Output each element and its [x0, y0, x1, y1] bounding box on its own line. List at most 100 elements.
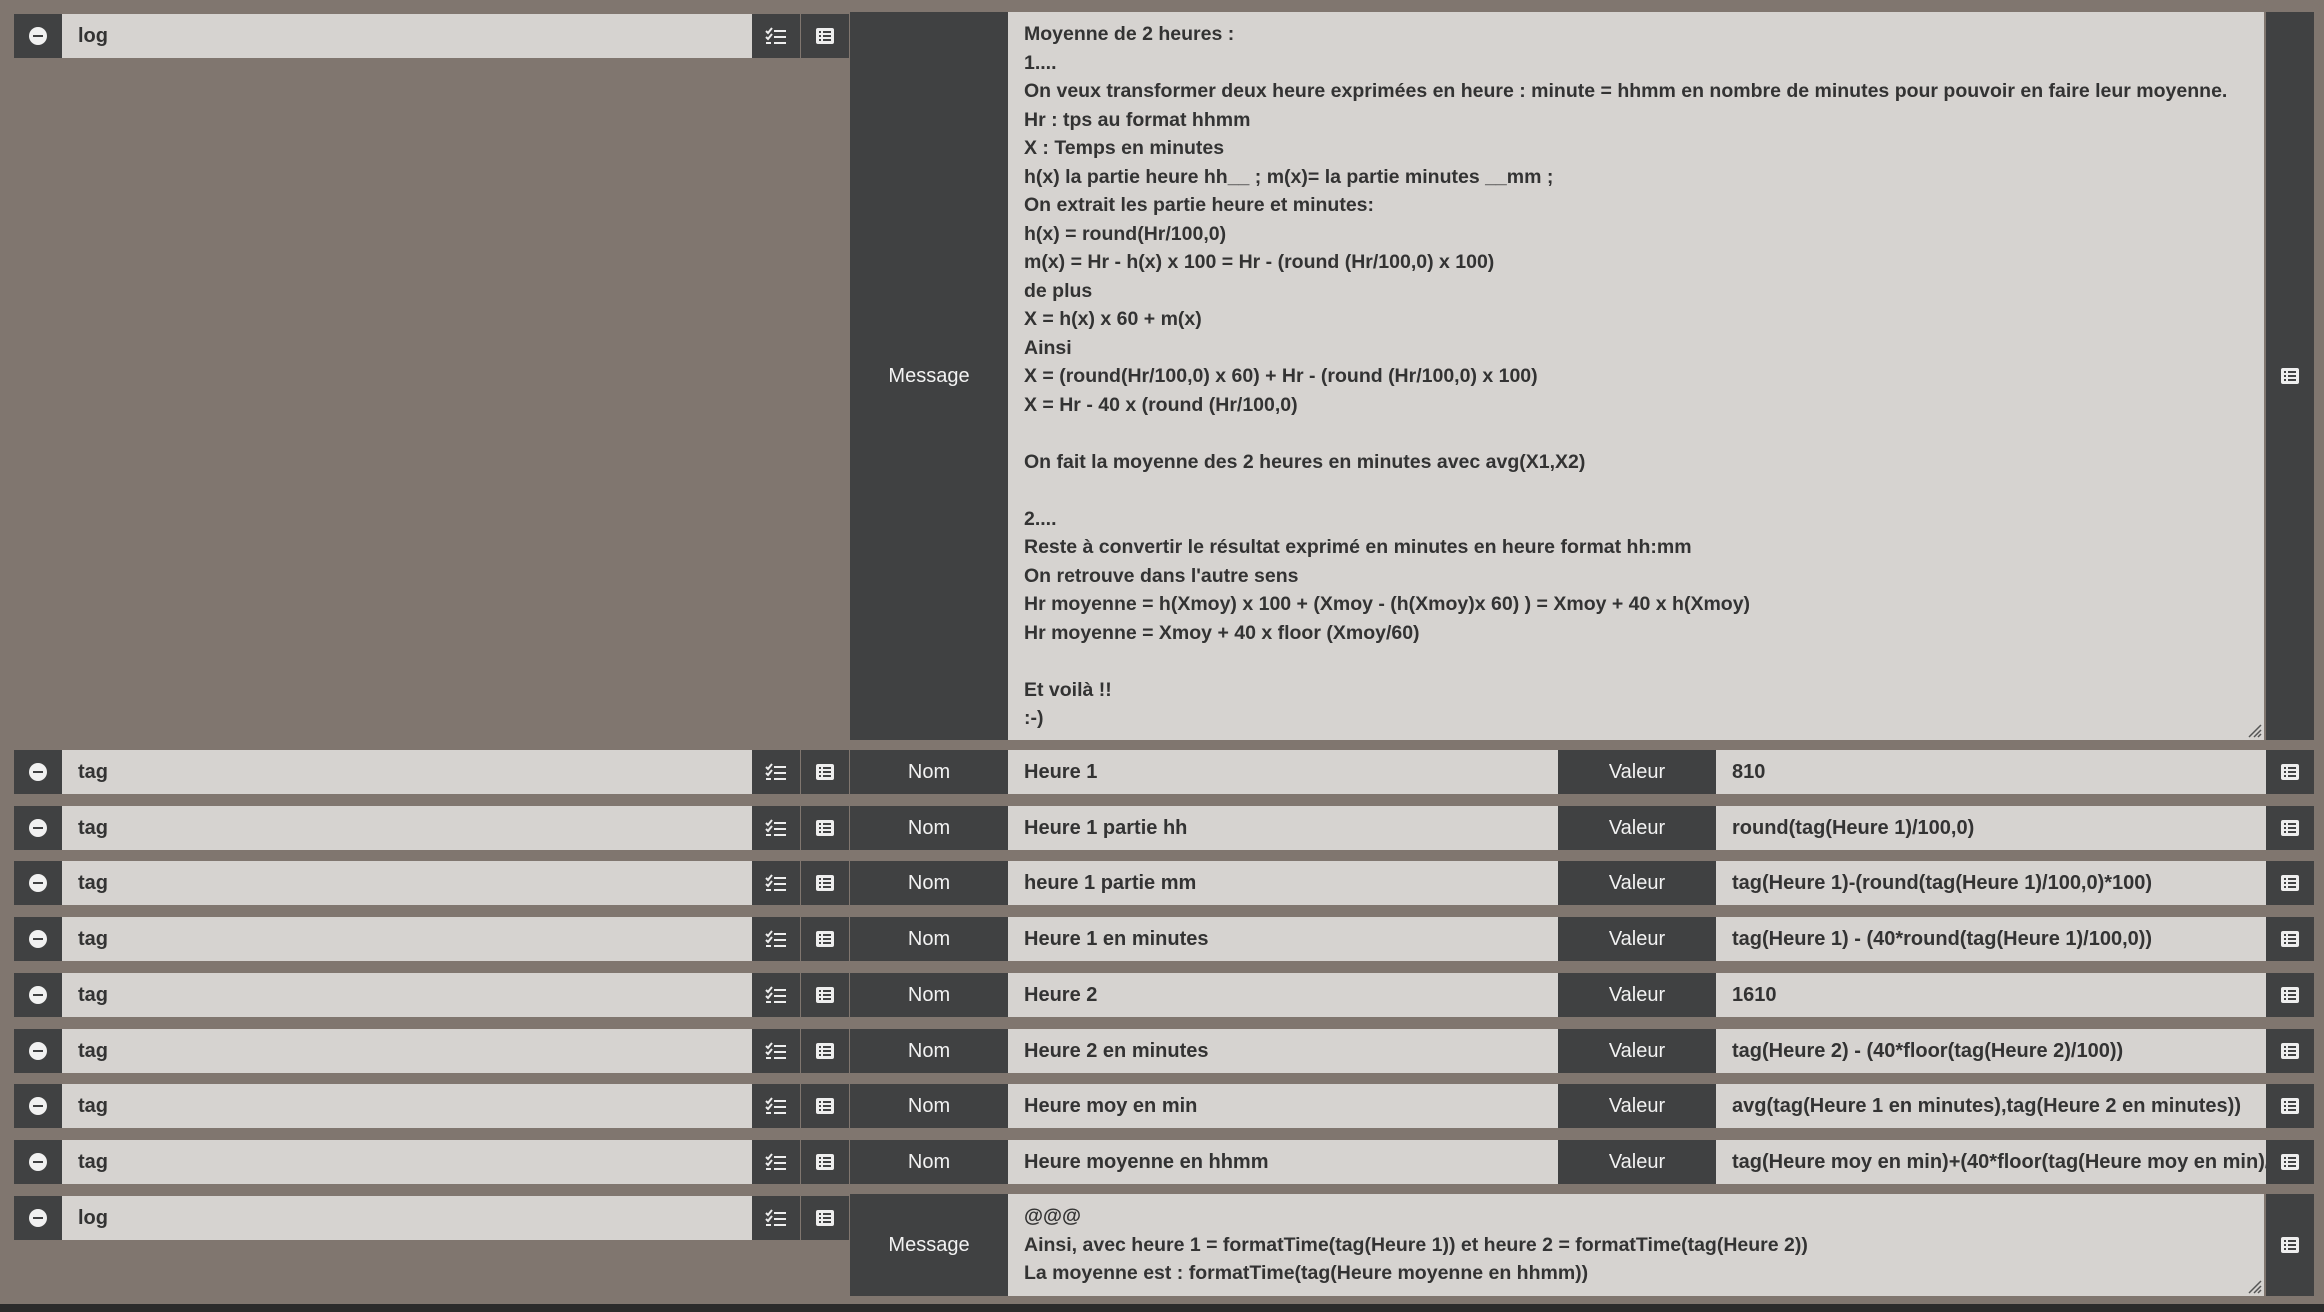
- valeur-field[interactable]: tag(Heure 2) - (40*floor(tag(Heure 2)/10…: [1716, 1029, 2266, 1073]
- remove-button[interactable]: [14, 973, 62, 1017]
- options-button[interactable]: [752, 1029, 800, 1073]
- nom-field[interactable]: heure 1 partie mm: [1008, 861, 1558, 905]
- message-line: On veux transformer deux heure exprimées…: [1024, 80, 2228, 102]
- details-button[interactable]: [801, 861, 849, 905]
- options-button[interactable]: [752, 861, 800, 905]
- nom-field[interactable]: Heure 1 en minutes: [1008, 917, 1558, 961]
- message-line: @@@: [1024, 1205, 1082, 1227]
- nom-field[interactable]: Heure 1: [1008, 750, 1558, 794]
- checklist-icon: [765, 986, 786, 1003]
- valeur-field[interactable]: tag(Heure 1)-(round(tag(Heure 1)/100,0)*…: [1716, 861, 2266, 905]
- remove-button[interactable]: [14, 806, 62, 850]
- minus-circle-icon: [29, 874, 47, 892]
- nom-field[interactable]: Heure 2 en minutes: [1008, 1029, 1558, 1073]
- minus-circle-icon: [29, 930, 47, 948]
- type-field[interactable]: log: [62, 14, 752, 58]
- type-field[interactable]: tag: [62, 750, 752, 794]
- message-textarea[interactable]: Moyenne de 2 heures : 1.... On veux tran…: [1008, 12, 2264, 740]
- details-button[interactable]: [801, 917, 849, 961]
- details-button[interactable]: [801, 1084, 849, 1128]
- options-button[interactable]: [752, 1196, 800, 1240]
- message-line: On fait la moyenne des 2 heures en minut…: [1024, 450, 1586, 473]
- remove-button[interactable]: [14, 750, 62, 794]
- message-line: On extrait les partie heure et minutes:: [1024, 194, 1375, 216]
- details-button[interactable]: [2266, 861, 2314, 905]
- details-button[interactable]: [801, 1029, 849, 1073]
- message-line: 2....: [1024, 507, 1057, 530]
- details-button[interactable]: [801, 1196, 849, 1240]
- tag-row: tag Nom Heure 1 Valeur 810: [0, 750, 2324, 794]
- nom-field[interactable]: Heure moyenne en hhmm: [1008, 1140, 1558, 1184]
- options-button[interactable]: [752, 1084, 800, 1128]
- nom-field[interactable]: Heure moy en min: [1008, 1084, 1558, 1128]
- options-button[interactable]: [752, 806, 800, 850]
- type-field[interactable]: tag: [62, 861, 752, 905]
- tag-row: tag Nom Heure 2 Valeur 1610: [0, 973, 2324, 1017]
- remove-button[interactable]: [14, 1029, 62, 1073]
- valeur-field[interactable]: tag(Heure 1) - (40*round(tag(Heure 1)/10…: [1716, 917, 2266, 961]
- details-button[interactable]: [801, 14, 849, 58]
- resize-handle-icon[interactable]: [2246, 722, 2262, 738]
- remove-button[interactable]: [14, 1140, 62, 1184]
- message-line: X = h(x) x 60 + m(x): [1024, 308, 1202, 330]
- valeur-field[interactable]: tag(Heure moy en min)+(40*floor(tag(Heur…: [1716, 1140, 2266, 1184]
- valeur-field[interactable]: avg(tag(Heure 1 en minutes),tag(Heure 2 …: [1716, 1084, 2266, 1128]
- remove-button[interactable]: [14, 1084, 62, 1128]
- details-button[interactable]: [2266, 1140, 2314, 1184]
- list-icon: [816, 28, 834, 44]
- details-button[interactable]: [2266, 12, 2314, 740]
- tag-row: tag Nom heure 1 partie mm Valeur tag(Heure 1…: [0, 861, 2324, 905]
- details-button[interactable]: [2266, 917, 2314, 961]
- tag-row: tag Nom Heure moy en min Valeur avg(tag(Heur…: [0, 1084, 2324, 1128]
- details-button[interactable]: [2266, 1029, 2314, 1073]
- details-button[interactable]: [2266, 1084, 2314, 1128]
- options-button[interactable]: [752, 750, 800, 794]
- type-field[interactable]: tag: [62, 1140, 752, 1184]
- options-button[interactable]: [752, 1140, 800, 1184]
- valeur-field[interactable]: 1610: [1716, 973, 2266, 1017]
- nom-field[interactable]: Heure 2: [1008, 973, 1558, 1017]
- tag-row: tag Nom Heure 1 en minutes Valeur tag(Heure …: [0, 917, 2324, 961]
- details-button[interactable]: [801, 973, 849, 1017]
- valeur-label: Valeur: [1558, 1140, 1716, 1184]
- nom-label: Nom: [850, 750, 1008, 794]
- type-field[interactable]: tag: [62, 806, 752, 850]
- nom-field[interactable]: Heure 1 partie hh: [1008, 806, 1558, 850]
- resize-handle-icon[interactable]: [2246, 1278, 2262, 1294]
- details-button[interactable]: [801, 750, 849, 794]
- checklist-icon: [765, 1097, 786, 1114]
- details-button[interactable]: [2266, 973, 2314, 1017]
- list-icon: [2281, 368, 2299, 384]
- options-button[interactable]: [752, 917, 800, 961]
- details-button[interactable]: [801, 806, 849, 850]
- remove-button[interactable]: [14, 1196, 62, 1240]
- list-icon: [2281, 875, 2299, 891]
- details-button[interactable]: [2266, 1194, 2314, 1296]
- minus-circle-icon: [29, 1042, 47, 1060]
- type-field[interactable]: tag: [62, 1084, 752, 1128]
- type-field[interactable]: log: [62, 1196, 752, 1240]
- minus-circle-icon: [29, 819, 47, 837]
- type-field[interactable]: tag: [62, 1029, 752, 1073]
- remove-button[interactable]: [14, 861, 62, 905]
- valeur-field[interactable]: 810: [1716, 750, 2266, 794]
- options-button[interactable]: [752, 14, 800, 58]
- minus-circle-icon: [29, 27, 47, 45]
- details-button[interactable]: [2266, 750, 2314, 794]
- options-button[interactable]: [752, 973, 800, 1017]
- remove-button[interactable]: [14, 14, 62, 58]
- details-button[interactable]: [2266, 806, 2314, 850]
- message-line: On retrouve dans l'autre sens: [1024, 564, 1299, 587]
- list-icon: [2281, 764, 2299, 780]
- details-button[interactable]: [801, 1140, 849, 1184]
- remove-button[interactable]: [14, 917, 62, 961]
- message-line: La moyenne est : formatTime(tag(Heure mo…: [1024, 1262, 1589, 1284]
- valeur-field[interactable]: round(tag(Heure 1)/100,0): [1716, 806, 2266, 850]
- list-icon: [2281, 820, 2299, 836]
- type-field[interactable]: tag: [62, 917, 752, 961]
- checklist-icon: [765, 930, 786, 947]
- message-textarea[interactable]: @@@ Ainsi, avec heure 1 = formatTime(tag…: [1008, 1194, 2264, 1296]
- type-field[interactable]: tag: [62, 973, 752, 1017]
- message-line: h(x) la partie heure hh__ ; m(x)= la par…: [1024, 165, 1554, 188]
- nom-label: Nom: [850, 1029, 1008, 1073]
